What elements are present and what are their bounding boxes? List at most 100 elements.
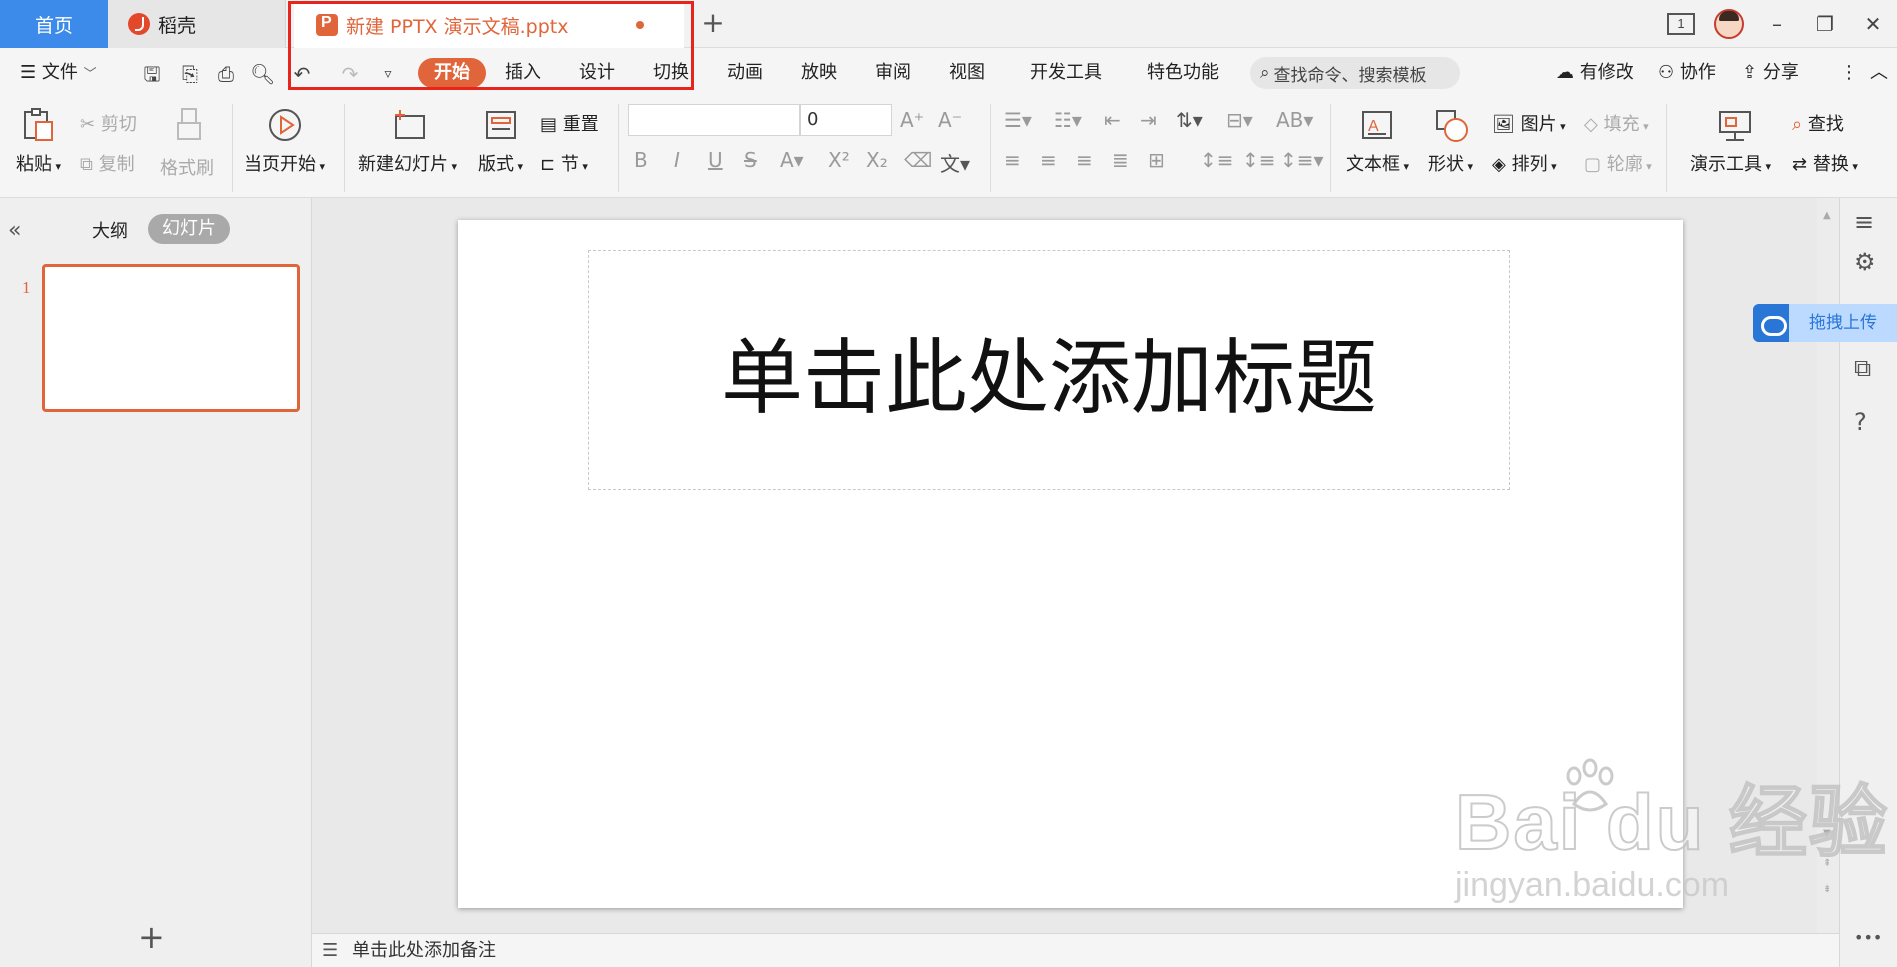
from-current-button[interactable]: 当页开始 ▾ bbox=[244, 150, 325, 176]
sidebar-menu-icon[interactable]: ≡ bbox=[1854, 208, 1874, 236]
replace-button[interactable]: ⇄ 替换 ▾ bbox=[1792, 150, 1858, 176]
tab-outline[interactable]: 大纲 bbox=[92, 217, 128, 243]
find-button[interactable]: ⌕ 查找 bbox=[1792, 110, 1844, 136]
minimize-icon[interactable]: – bbox=[1753, 0, 1801, 48]
subscript-icon[interactable]: X₂ bbox=[866, 148, 888, 172]
clear-format-icon[interactable]: ⌫ bbox=[904, 148, 932, 172]
print-preview-icon[interactable]: 🔍︎ bbox=[250, 62, 275, 86]
shape-label: 形状 bbox=[1428, 154, 1464, 175]
numbered-list-icon[interactable]: ☷▾ bbox=[1054, 108, 1082, 132]
play-from-current-icon[interactable] bbox=[266, 106, 304, 144]
format-painter-button[interactable]: 格式刷 bbox=[160, 154, 214, 180]
paste-button[interactable]: 粘贴 ▾ bbox=[16, 150, 61, 176]
outline-button[interactable]: ▢ 轮廓 ▾ bbox=[1584, 150, 1652, 176]
copy-button[interactable]: ⧉ 复制 bbox=[80, 150, 135, 176]
align-text-icon[interactable]: ⊟▾ bbox=[1226, 108, 1253, 132]
underline-icon[interactable]: U bbox=[708, 148, 723, 172]
tab-view[interactable]: 视图 bbox=[949, 48, 985, 98]
tab-special-features[interactable]: 特色功能 bbox=[1147, 48, 1219, 98]
textbox-icon[interactable]: A bbox=[1358, 106, 1396, 144]
collapse-panel-icon[interactable]: « bbox=[8, 218, 21, 243]
title-placeholder-text: 单击此处添加标题 bbox=[720, 330, 1377, 426]
shape-button[interactable]: 形状 ▾ bbox=[1428, 150, 1473, 176]
font-family-select[interactable] bbox=[628, 104, 800, 136]
distribute-icon[interactable]: ⊞ bbox=[1148, 148, 1165, 172]
chevron-down-icon: ▾ bbox=[1642, 160, 1652, 173]
collaborate-button[interactable]: ⚇ 协作 bbox=[1658, 48, 1716, 98]
page-indicator-button[interactable]: 1 bbox=[1657, 0, 1705, 48]
increase-font-icon[interactable]: A⁺ bbox=[900, 108, 924, 132]
section-button[interactable]: ⊏ 节 ▾ bbox=[540, 150, 588, 176]
strikethrough-icon[interactable]: S bbox=[744, 148, 757, 172]
paragraph-spacing-icon[interactable]: ↕≡ bbox=[1242, 148, 1276, 172]
new-slide-icon[interactable] bbox=[390, 106, 428, 144]
fill-button[interactable]: ◇ 填充 ▾ bbox=[1584, 110, 1649, 136]
spacing-options-icon[interactable]: ↕≡▾ bbox=[1280, 148, 1324, 172]
presentation-tools-button[interactable]: 演示工具 ▾ bbox=[1690, 150, 1771, 176]
align-center-icon[interactable]: ≡ bbox=[1040, 148, 1057, 172]
font-color-icon[interactable]: A▾ bbox=[780, 148, 804, 172]
text-direction-icon[interactable]: ⇅▾ bbox=[1176, 108, 1203, 132]
layout-icon[interactable] bbox=[482, 106, 520, 144]
cut-button[interactable]: ✂ 剪切 bbox=[80, 110, 137, 136]
user-avatar-button[interactable] bbox=[1705, 0, 1753, 48]
notes-pane[interactable]: ☰ 单击此处添加备注 bbox=[312, 933, 1839, 967]
notes-placeholder: 单击此处添加备注 bbox=[352, 940, 496, 961]
paste-icon[interactable] bbox=[20, 106, 58, 144]
convert-smartart-icon[interactable]: AB▾ bbox=[1276, 108, 1313, 132]
restore-icon[interactable]: ❐ bbox=[1801, 0, 1849, 48]
share-button[interactable]: ⇪ 分享 bbox=[1742, 48, 1799, 98]
slide-thumbnail[interactable] bbox=[42, 264, 300, 412]
decrease-indent-icon[interactable]: ⇤ bbox=[1104, 108, 1121, 132]
tab-animations[interactable]: 动画 bbox=[727, 48, 763, 98]
settings-sliders-icon[interactable]: ⚙ bbox=[1854, 248, 1876, 276]
tab-slides[interactable]: 幻灯片 bbox=[148, 214, 230, 244]
italic-icon[interactable]: I bbox=[674, 148, 680, 172]
new-slide-button[interactable]: 新建幻灯片 ▾ bbox=[358, 150, 457, 176]
arrange-icon: ◈ bbox=[1492, 154, 1506, 175]
new-tab-button[interactable]: + bbox=[698, 8, 728, 38]
arrange-button[interactable]: ◈ 排列 ▾ bbox=[1492, 150, 1557, 176]
add-slide-icon[interactable]: + bbox=[138, 918, 165, 956]
layout-button[interactable]: 版式 ▾ bbox=[478, 150, 523, 176]
textbox-button[interactable]: 文本框 ▾ bbox=[1346, 150, 1409, 176]
superscript-icon[interactable]: X² bbox=[828, 148, 850, 172]
transition-icon[interactable]: ⧉ bbox=[1854, 354, 1871, 382]
help-icon[interactable]: ? bbox=[1854, 408, 1867, 436]
decrease-font-icon[interactable]: A⁻ bbox=[938, 108, 962, 132]
align-right-icon[interactable]: ≡ bbox=[1076, 148, 1093, 172]
scroll-up-icon[interactable]: ▲ bbox=[1823, 210, 1831, 221]
title-placeholder[interactable]: 单击此处添加标题 bbox=[588, 250, 1510, 490]
phonetic-guide-icon[interactable]: 文▾ bbox=[940, 148, 970, 177]
tab-home[interactable]: 首页 bbox=[0, 0, 108, 48]
collapse-ribbon-icon[interactable]: ︿ bbox=[1870, 48, 1888, 98]
replace-icon: ⇄ bbox=[1792, 154, 1808, 175]
file-menu[interactable]: ☰ 文件 ﹀ bbox=[20, 48, 97, 98]
more-icon[interactable]: ••• bbox=[1854, 928, 1882, 947]
modified-button[interactable]: ☁ 有修改 bbox=[1556, 48, 1634, 98]
picture-button[interactable]: 🖼︎ 图片 ▾ bbox=[1492, 110, 1566, 136]
tab-slideshow[interactable]: 放映 bbox=[801, 48, 837, 98]
tab-review[interactable]: 审阅 bbox=[875, 48, 911, 98]
line-spacing-icon[interactable]: ↕≡ bbox=[1200, 148, 1234, 172]
align-left-icon[interactable]: ≡ bbox=[1004, 148, 1021, 172]
command-search[interactable]: ⌕ 查找命令、搜索模板 bbox=[1250, 57, 1460, 89]
presentation-tools-icon[interactable] bbox=[1716, 106, 1754, 144]
bullet-list-icon[interactable]: ☰▾ bbox=[1004, 108, 1032, 132]
chevron-down-icon: ▾ bbox=[1547, 160, 1557, 173]
shape-icon[interactable] bbox=[1432, 106, 1470, 144]
print-icon[interactable]: ⎙ bbox=[214, 62, 238, 86]
section-label: 节 bbox=[560, 154, 579, 175]
bold-icon[interactable]: B bbox=[634, 148, 648, 172]
tab-developer[interactable]: 开发工具 bbox=[1030, 48, 1102, 98]
increase-indent-icon[interactable]: ⇥ bbox=[1140, 108, 1157, 132]
save-icon[interactable]: 🖫 bbox=[140, 62, 164, 86]
justify-icon[interactable]: ≣ bbox=[1112, 148, 1129, 172]
tab-daoke[interactable]: 稻壳 bbox=[108, 0, 286, 48]
font-size-select[interactable]: 0 bbox=[800, 104, 892, 136]
export-icon[interactable]: ⎘ bbox=[178, 62, 202, 86]
close-icon[interactable]: ✕ bbox=[1849, 0, 1897, 48]
drag-upload-button[interactable]: 拖拽上传 bbox=[1753, 304, 1897, 342]
reset-button[interactable]: ▤ 重置 bbox=[540, 110, 599, 136]
more-options-icon[interactable]: ⋮ bbox=[1840, 48, 1858, 98]
